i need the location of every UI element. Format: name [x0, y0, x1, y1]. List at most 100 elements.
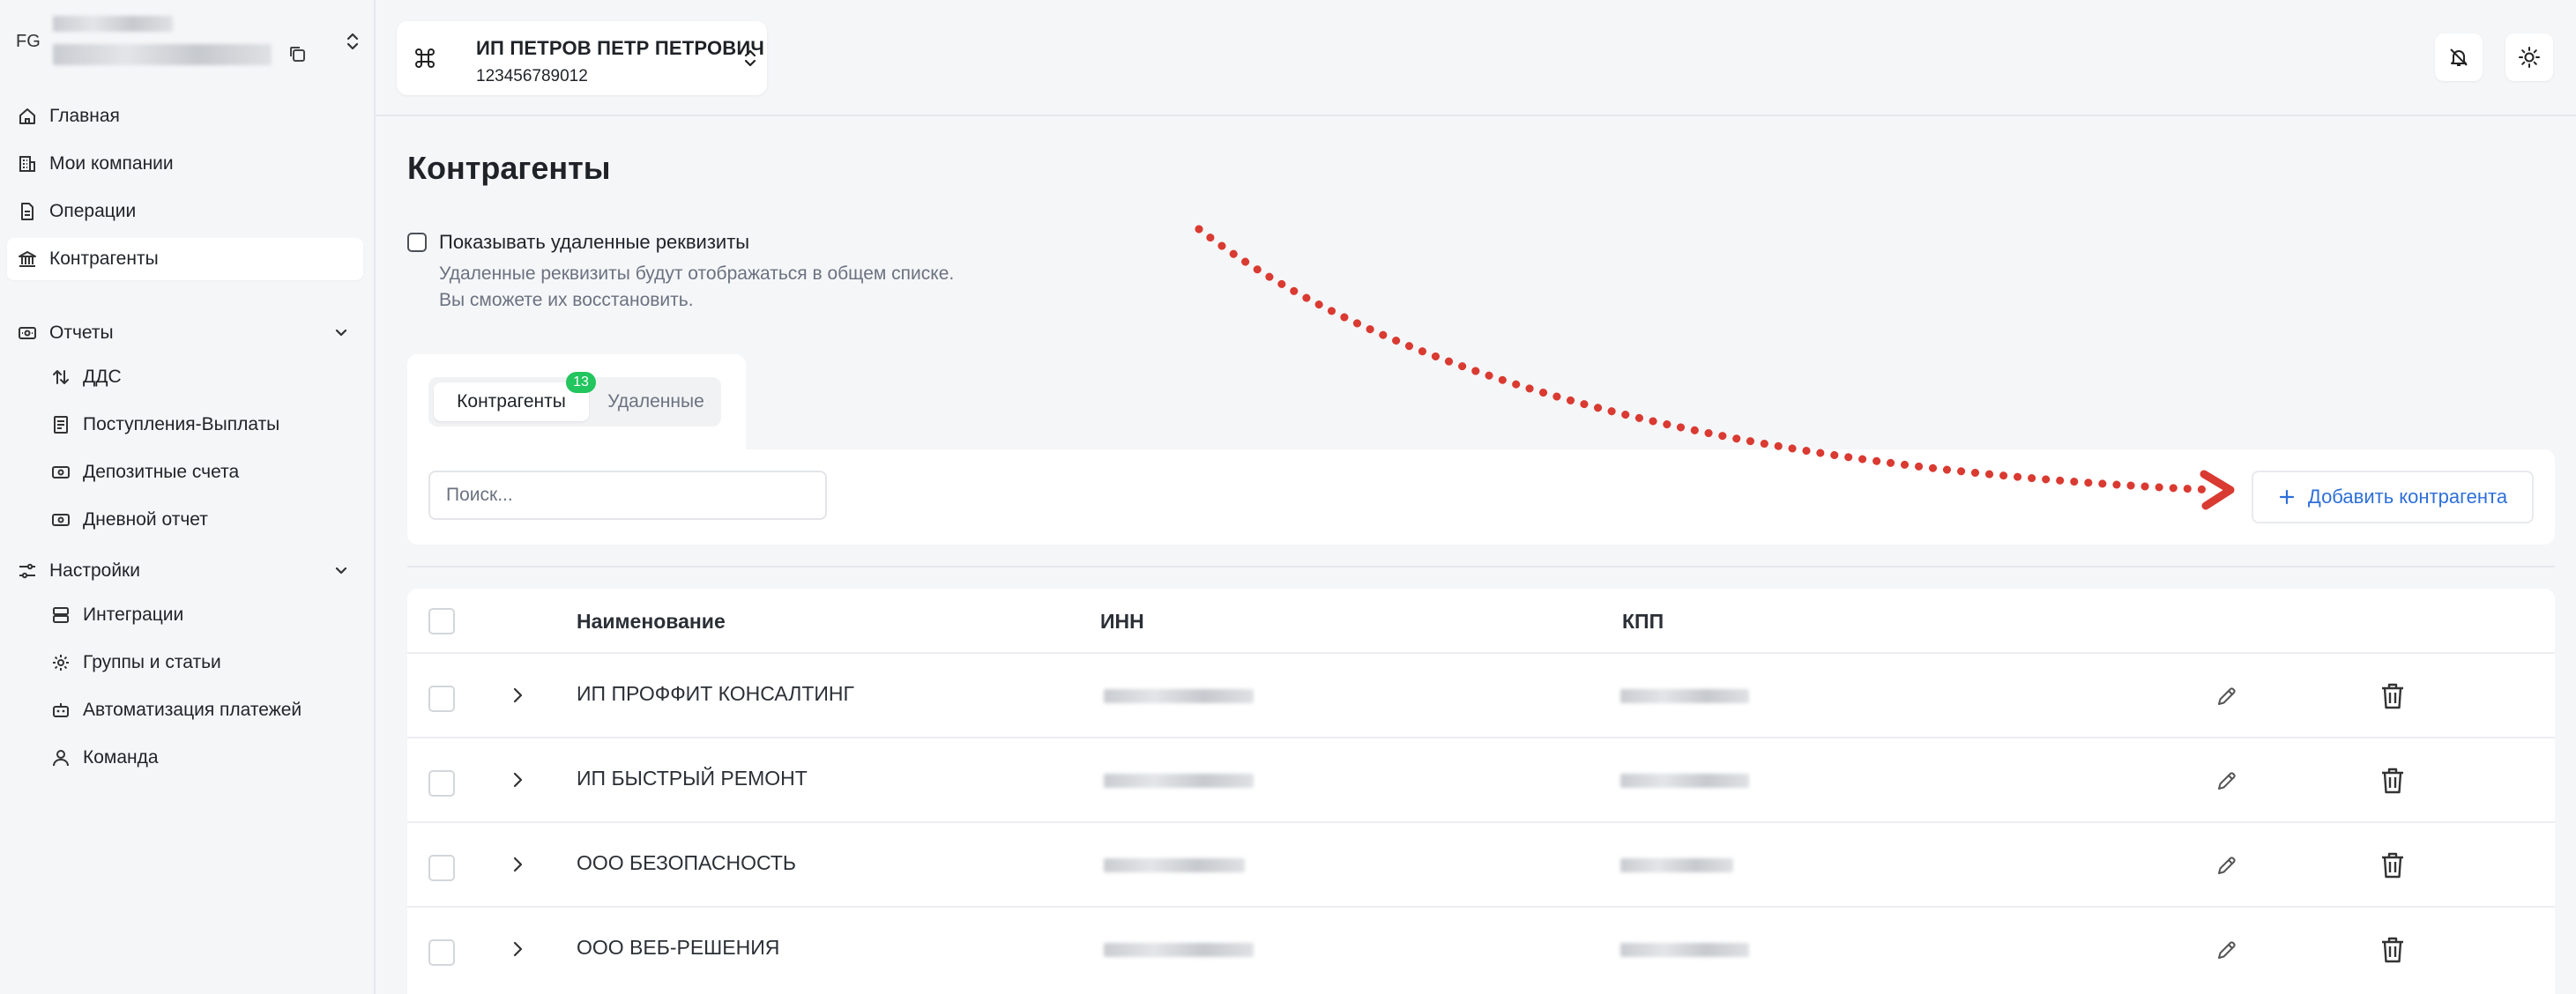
chevron-right-icon[interactable]	[506, 768, 529, 791]
show-deleted-label[interactable]: Показывать удаленные реквизиты	[439, 231, 749, 254]
sidebar-item-home[interactable]: Главная	[7, 95, 363, 137]
hint-line: Удаленные реквизиты будут отображаться в…	[439, 263, 955, 284]
row-name: ООО БЕЗОПАСНОСТЬ	[577, 851, 796, 874]
redacted-kpp	[1620, 858, 1733, 872]
sort-arrows-icon	[51, 367, 71, 387]
company-name: ИП ПЕТРОВ ПЕТР ПЕТРОВИЧ	[476, 37, 765, 59]
table-row[interactable]: ИП ПРОФФИТ КОНСАЛТИНГ	[407, 652, 2555, 737]
sidebar-item-deposit-accounts[interactable]: Депозитные счета	[41, 451, 363, 493]
bank-icon	[18, 249, 37, 269]
chevron-updown-icon[interactable]	[344, 30, 361, 53]
account-initials: FG	[16, 32, 41, 51]
sidebar-item-groups-articles[interactable]: Группы и статьи	[41, 642, 363, 684]
row-checkbox[interactable]	[428, 686, 455, 712]
redacted-kpp	[1620, 774, 1749, 788]
trash-icon[interactable]	[2379, 766, 2407, 796]
trash-icon[interactable]	[2379, 681, 2407, 711]
pencil-icon[interactable]	[2215, 853, 2239, 878]
notifications-button[interactable]	[2435, 33, 2483, 81]
sidebar-item-label: Депозитные счета	[83, 462, 240, 482]
redacted-account-name	[53, 16, 173, 32]
show-deleted-checkbox[interactable]	[407, 233, 427, 252]
row-checkbox[interactable]	[428, 770, 455, 797]
trash-icon[interactable]	[2379, 935, 2407, 965]
copy-icon[interactable]	[287, 44, 307, 63]
tab-label: Контрагенты	[457, 391, 566, 412]
sidebar-item-operations[interactable]: Операции	[7, 190, 363, 233]
company-switcher[interactable]: ИП ПЕТРОВ ПЕТР ПЕТРОВИЧ 123456789012	[397, 21, 767, 95]
pencil-icon[interactable]	[2215, 768, 2239, 793]
table-row[interactable]: ООО БЕЗОПАСНОСТЬ	[407, 821, 2555, 906]
row-name: ИП ПРОФФИТ КОНСАЛТИНГ	[577, 682, 854, 705]
topbar: ИП ПЕТРОВ ПЕТР ПЕТРОВИЧ 123456789012	[376, 0, 2576, 116]
theme-toggle-button[interactable]	[2505, 33, 2553, 81]
chevron-updown-icon	[742, 46, 758, 70]
receipt-icon	[51, 415, 71, 434]
tab-counterparties[interactable]: Контрагенты 13	[434, 372, 596, 421]
sidebar-item-label: ДДС	[83, 367, 122, 387]
table-row[interactable]: ООО ВЕБ-РЕШЕНИЯ	[407, 906, 2555, 990]
home-icon	[18, 107, 37, 126]
hint-line: Вы сможете их восстановить.	[439, 290, 694, 310]
sidebar-item-daily-report[interactable]: Дневной отчет	[41, 499, 363, 541]
sidebar-item-label: Автоматизация платежей	[83, 700, 302, 720]
sidebar-item-label: Поступления-Выплаты	[83, 414, 280, 434]
chevron-right-icon[interactable]	[506, 938, 529, 961]
column-header-kpp[interactable]: КПП	[1622, 610, 1664, 634]
redacted-inn	[1104, 858, 1245, 872]
show-deleted-hint: Удаленные реквизиты будут отображаться в…	[439, 261, 954, 314]
tabs: Контрагенты 13 Удаленные	[428, 372, 721, 427]
tab-deleted[interactable]: Удаленные	[594, 382, 718, 421]
plus-icon	[2278, 488, 2296, 506]
sidebar-item-label: Дневной отчет	[83, 509, 208, 530]
chevron-down-icon	[331, 323, 351, 343]
server-icon	[51, 605, 71, 625]
table-row[interactable]: ИП БЫСТРЫЙ РЕМОНТ	[407, 737, 2555, 821]
gear-icon	[51, 653, 71, 672]
divider	[407, 566, 2555, 567]
redacted-inn	[1104, 774, 1254, 788]
sliders-icon	[18, 561, 37, 581]
chevron-right-icon[interactable]	[506, 853, 529, 876]
redacted-kpp	[1620, 689, 1749, 703]
sidebar-item-my-companies[interactable]: Мои компании	[7, 143, 363, 185]
sidebar-item-counterparties[interactable]: Контрагенты	[7, 238, 363, 280]
sidebar-item-team[interactable]: Команда	[41, 737, 363, 779]
sidebar-item-label: Команда	[83, 747, 159, 768]
robot-icon	[51, 701, 71, 720]
sidebar-item-payment-automation[interactable]: Автоматизация платежей	[41, 689, 363, 731]
select-all-checkbox[interactable]	[428, 608, 455, 634]
column-header-name[interactable]: Наименование	[577, 610, 726, 634]
document-icon	[18, 202, 37, 221]
row-checkbox[interactable]	[428, 939, 455, 966]
tabs-container: Контрагенты 13 Удаленные	[407, 354, 746, 449]
sidebar-group-reports[interactable]: Отчеты	[7, 312, 363, 354]
sidebar-item-dds[interactable]: ДДС	[41, 356, 363, 398]
sidebar-item-label: Мои компании	[49, 153, 174, 174]
user-icon	[51, 748, 71, 768]
sidebar-item-label: Контрагенты	[49, 248, 159, 269]
chevron-down-icon	[331, 561, 351, 581]
chevron-right-icon[interactable]	[506, 684, 529, 707]
cash-icon	[18, 323, 37, 343]
column-header-inn[interactable]: ИНН	[1100, 610, 1144, 634]
redacted-inn	[1104, 943, 1254, 957]
search-input[interactable]	[428, 471, 827, 520]
sidebar-group-settings[interactable]: Настройки	[7, 550, 363, 592]
sidebar: FG Главная Мои компании Операции Контраг…	[0, 0, 376, 994]
page-title: Контрагенты	[407, 150, 611, 186]
sidebar-group-label: Отчеты	[49, 323, 114, 343]
trash-icon[interactable]	[2379, 850, 2407, 880]
account-switcher[interactable]: FG	[0, 0, 376, 88]
tab-label: Удаленные	[607, 391, 704, 412]
bell-off-icon	[2448, 47, 2469, 68]
pencil-icon[interactable]	[2215, 684, 2239, 708]
add-counterparty-button[interactable]: Добавить контрагента	[2252, 471, 2534, 523]
cash-icon	[51, 463, 71, 482]
pencil-icon[interactable]	[2215, 938, 2239, 962]
sidebar-item-receipts-payments[interactable]: Поступления-Выплаты	[41, 404, 363, 446]
sidebar-item-label: Операции	[49, 201, 137, 221]
row-checkbox[interactable]	[428, 855, 455, 881]
sun-icon	[2518, 46, 2541, 69]
sidebar-item-integrations[interactable]: Интеграции	[41, 594, 363, 636]
